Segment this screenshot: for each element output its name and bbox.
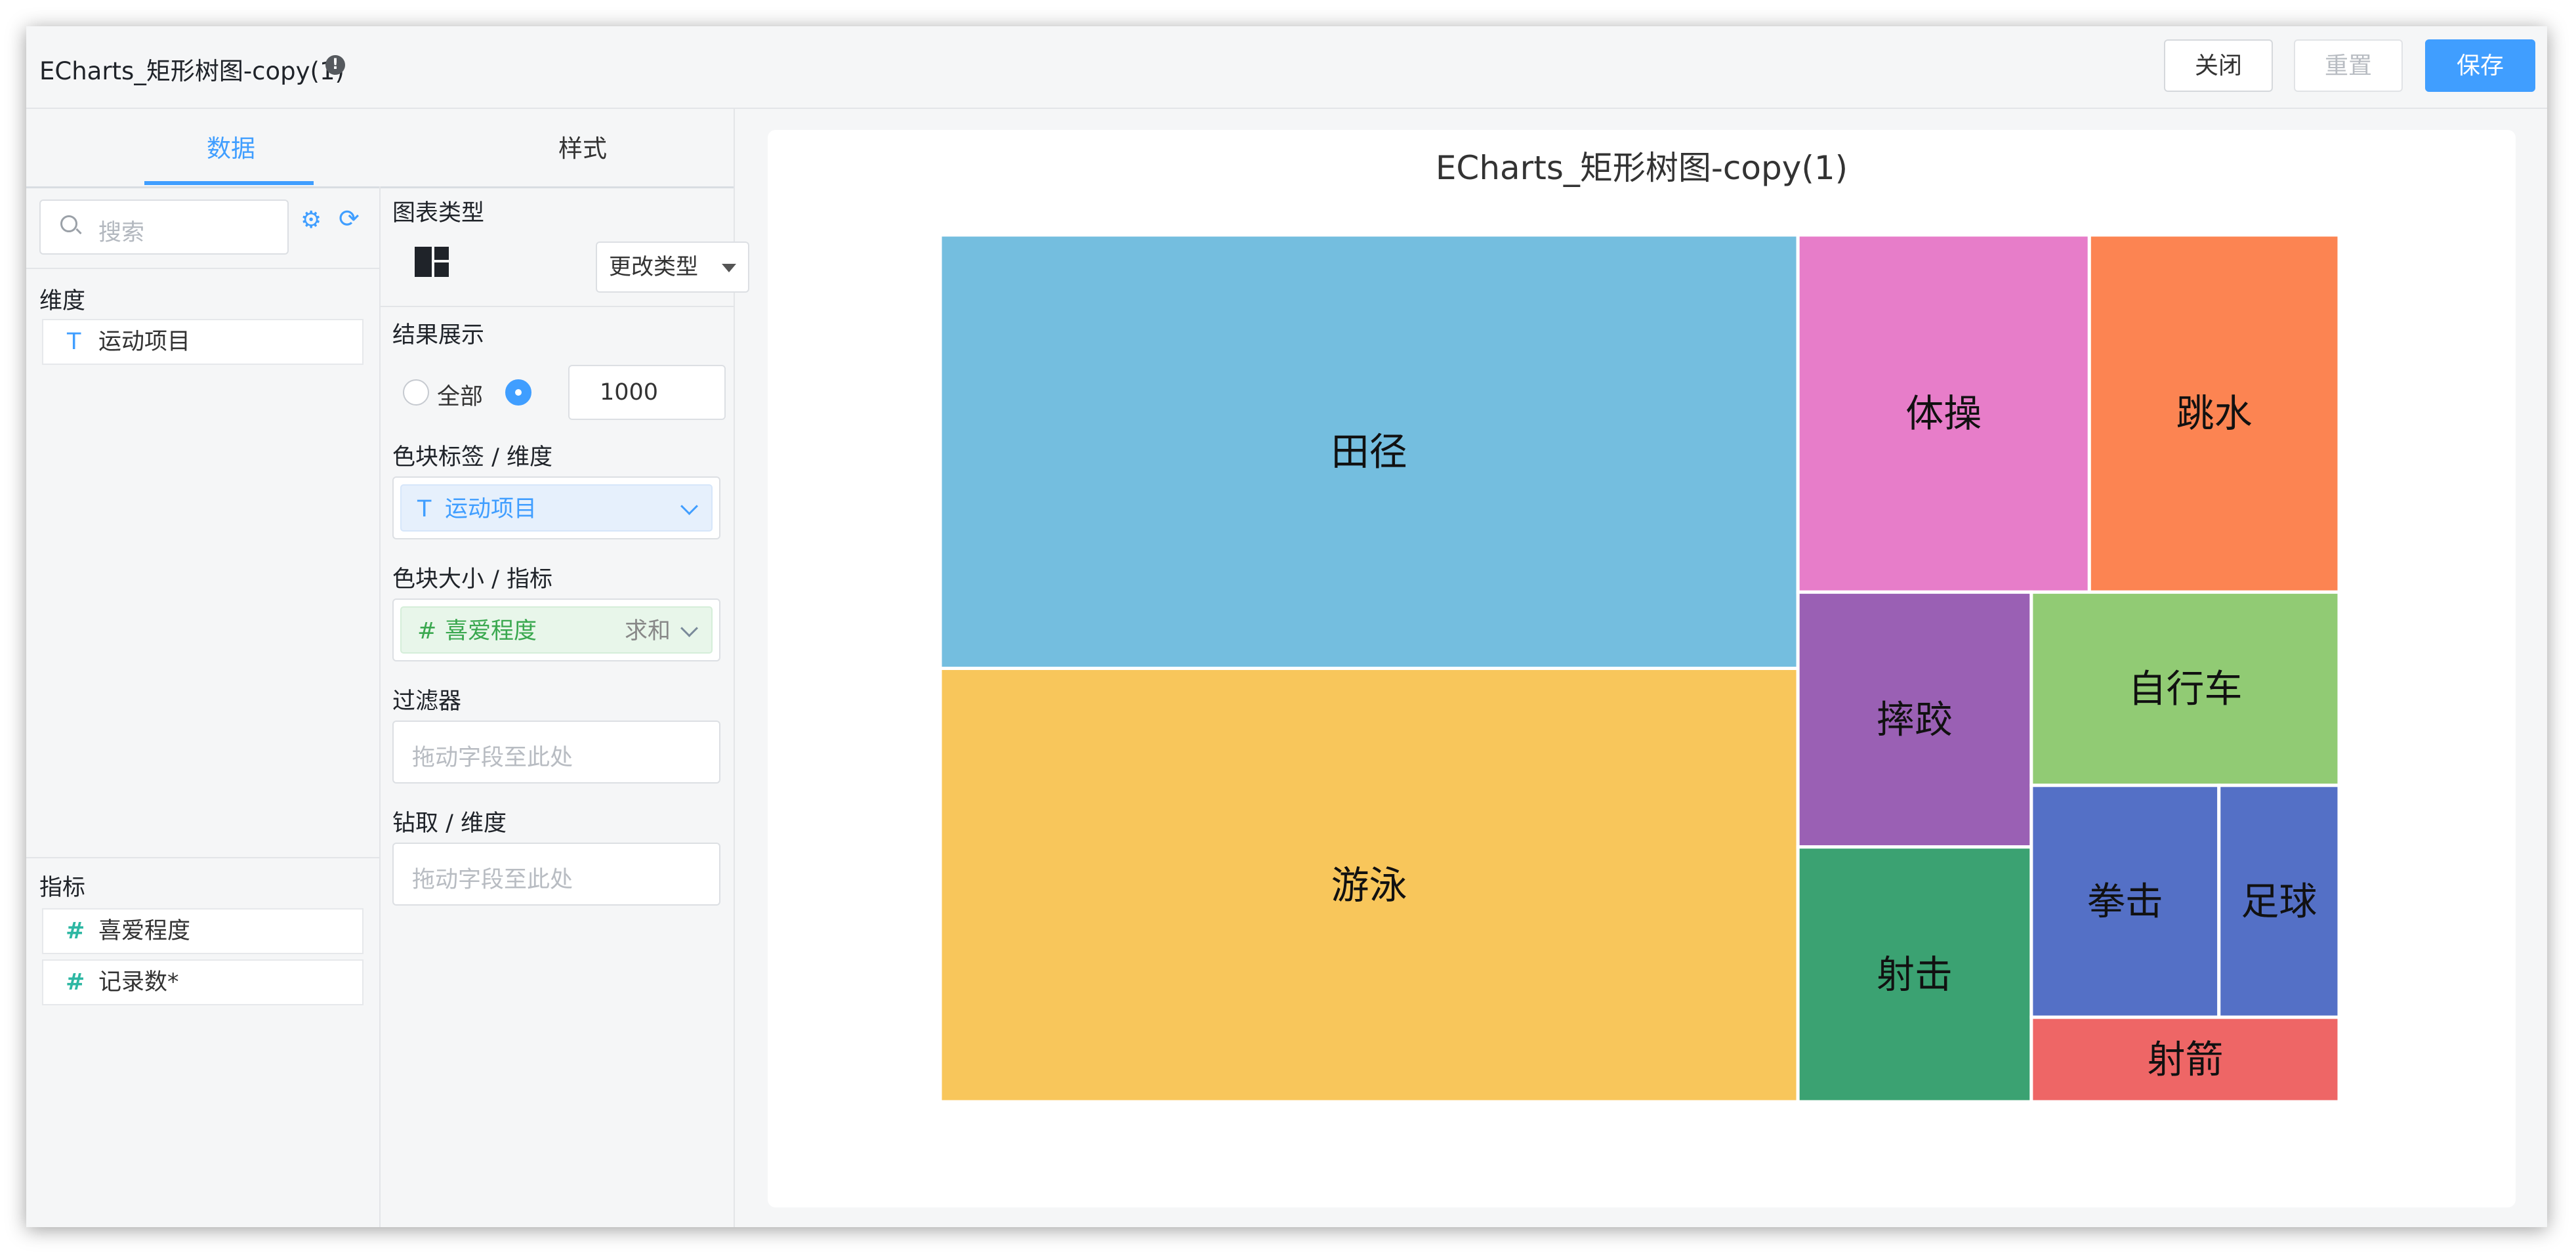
chart-config-column: 图表类型 更改类型 结果展示 全部 1000 色块标签 / 维度 T 运动项目 <box>381 186 749 1227</box>
treemap-cell[interactable]: 射箭 <box>2029 1015 2341 1104</box>
fields-column: 搜索 ⚙ ⟳ 维度 T 运动项目 指标 # 喜爱程度 # 记录数* <box>26 186 381 1227</box>
treemap-cell[interactable]: 射击 <box>1796 845 2033 1104</box>
search-icon <box>60 215 77 232</box>
treemap-cell[interactable]: 游泳 <box>938 667 1800 1104</box>
chart-type-label: 图表类型 <box>392 200 485 226</box>
info-icon[interactable]: ! <box>325 55 345 75</box>
result-limit-input[interactable]: 1000 <box>568 365 726 420</box>
metric-name: 喜爱程度 <box>98 918 191 944</box>
header-bar: ECharts_矩形树图-copy(1) ! 关闭 重置 保存 <box>26 26 2547 109</box>
block-size-dropzone[interactable]: # 喜爱程度 求和 <box>392 598 720 661</box>
block-label-title: 色块标签 / 维度 <box>392 444 553 471</box>
radio-limit[interactable] <box>505 379 531 406</box>
chip-name: 运动项目 <box>445 496 537 522</box>
caret-down-icon <box>722 264 736 272</box>
config-panel: 数据 样式 搜索 ⚙ ⟳ 维度 T 运动项目 指标 # 喜爱程度 # 记录数* … <box>26 109 749 1227</box>
active-tab-indicator <box>144 181 314 185</box>
metric-name: 记录数* <box>98 969 179 995</box>
change-type-label: 更改类型 <box>609 254 698 280</box>
block-size-chip[interactable]: # 喜爱程度 求和 <box>400 606 713 654</box>
dimension-name: 运动项目 <box>98 329 191 355</box>
close-button[interactable]: 关闭 <box>2164 39 2273 92</box>
treemap-cell[interactable]: 田径 <box>938 233 1800 670</box>
divider <box>26 857 379 858</box>
treemap-cell[interactable]: 拳击 <box>2029 784 2221 1019</box>
treemap-cell-label: 自行车 <box>2128 667 2242 711</box>
filter-dropzone[interactable]: 拖动字段至此处 <box>392 721 720 784</box>
page-title: ECharts_矩形树图-copy(1) <box>39 57 344 85</box>
refresh-icon[interactable]: ⟳ <box>339 206 360 231</box>
reset-button[interactable]: 重置 <box>2294 39 2403 92</box>
treemap-cell-label: 足球 <box>2241 879 2317 923</box>
number-type-icon: # <box>417 618 437 644</box>
drill-placeholder: 拖动字段至此处 <box>412 867 573 893</box>
divider <box>381 306 734 307</box>
change-type-button[interactable]: 更改类型 <box>596 241 749 293</box>
treemap-cell-label: 田径 <box>1331 429 1407 474</box>
chevron-down-icon[interactable] <box>680 619 698 637</box>
treemap-icon[interactable] <box>415 247 449 277</box>
gear-icon[interactable]: ⚙ <box>301 209 322 232</box>
drill-title: 钻取 / 维度 <box>392 810 507 837</box>
dimension-item[interactable]: T 运动项目 <box>42 319 364 365</box>
treemap-chart[interactable]: 田径游泳 体操 跳水摔跤射击 自行车拳击 足球射箭 <box>768 130 2516 1207</box>
number-type-icon: # <box>66 969 85 995</box>
number-type-icon: # <box>66 918 85 944</box>
treemap-cell[interactable]: 摔跤 <box>1796 590 2033 849</box>
block-size-title: 色块大小 / 指标 <box>392 566 553 593</box>
drill-dropzone[interactable]: 拖动字段至此处 <box>392 843 720 906</box>
chart-card: ECharts_矩形树图-copy(1) 田径 游泳 体操 跳水 摔跤 射击 自行车 拳击 足球… <box>768 130 2516 1207</box>
save-button[interactable]: 保存 <box>2425 39 2535 92</box>
metric-item[interactable]: # 记录数* <box>42 959 364 1005</box>
block-label-chip[interactable]: T 运动项目 <box>400 484 713 532</box>
chip-name: 喜爱程度 <box>445 618 537 644</box>
treemap-cell-label: 射击 <box>1877 952 1953 997</box>
metrics-label: 指标 <box>39 875 86 901</box>
chevron-down-icon[interactable] <box>680 497 698 515</box>
text-type-icon: T <box>67 329 81 355</box>
text-type-icon: T <box>417 496 432 522</box>
treemap-cell-label: 跳水 <box>2176 391 2253 436</box>
tab-style[interactable]: 样式 <box>497 129 668 164</box>
treemap-cell-label: 体操 <box>1905 391 1982 436</box>
result-display-label: 结果展示 <box>392 322 485 348</box>
treemap-cell[interactable]: 自行车 <box>2029 590 2341 787</box>
treemap-cell-label: 射箭 <box>2147 1037 2223 1082</box>
dimensions-label: 维度 <box>39 288 86 314</box>
search-input[interactable]: 搜索 <box>39 199 289 255</box>
panel-tabs: 数据 样式 <box>26 109 734 188</box>
treemap-cell[interactable]: 跳水 <box>2087 233 2341 594</box>
radio-all-label: 全部 <box>437 384 484 410</box>
treemap-cell-label: 摔跤 <box>1877 697 1953 742</box>
aggregation-label: 求和 <box>624 618 671 644</box>
tab-data[interactable]: 数据 <box>146 129 316 164</box>
search-placeholder: 搜索 <box>98 220 145 246</box>
treemap-cell-label: 游泳 <box>1331 863 1407 908</box>
metric-item[interactable]: # 喜爱程度 <box>42 908 364 954</box>
divider <box>26 268 379 269</box>
radio-all[interactable] <box>403 379 429 406</box>
editor-window: ECharts_矩形树图-copy(1) ! 关闭 重置 保存 数据 样式 搜索… <box>26 26 2547 1227</box>
filter-placeholder: 拖动字段至此处 <box>412 745 573 771</box>
treemap-cell[interactable]: 足球 <box>2217 784 2341 1019</box>
filter-title: 过滤器 <box>392 688 462 715</box>
treemap-cell[interactable]: 体操 <box>1796 233 2091 594</box>
treemap-cell-label: 拳击 <box>2087 879 2163 923</box>
block-label-dropzone[interactable]: T 运动项目 <box>392 476 720 539</box>
